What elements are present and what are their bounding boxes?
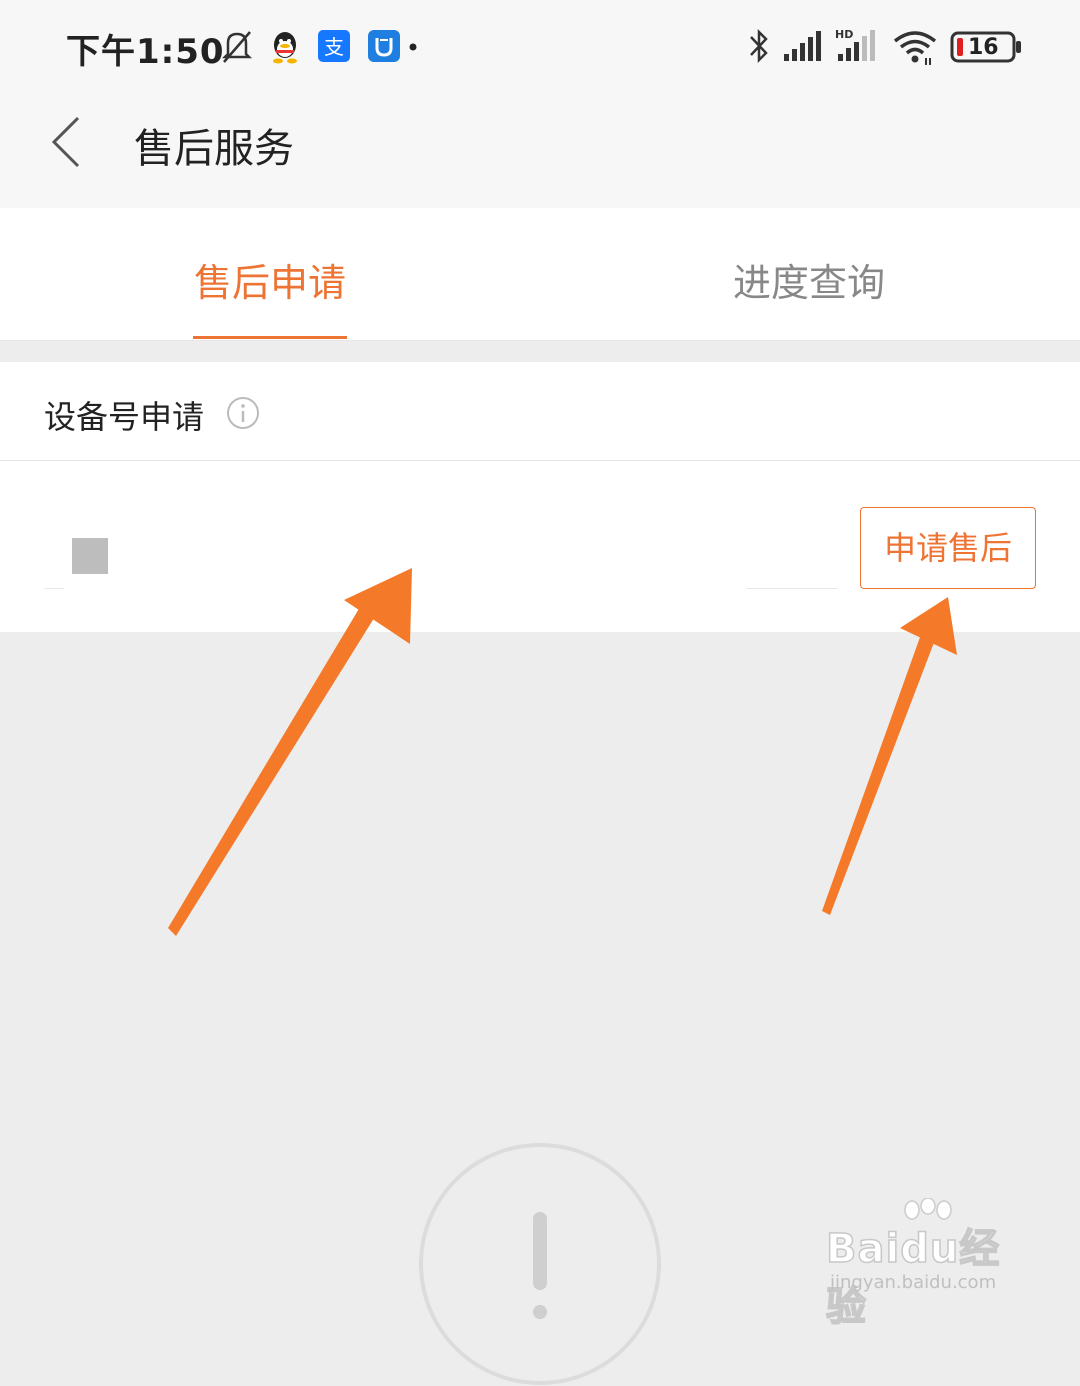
- battery-level: 16: [968, 35, 999, 60]
- baidu-watermark: Baidu经验 jingyan.baidu.com: [825, 1198, 1026, 1331]
- signal-icon: [784, 31, 821, 61]
- wifi-icon: [893, 31, 937, 65]
- dot-icon: [409, 43, 417, 51]
- device-divider-left: [44, 588, 64, 589]
- device-apply-section: 设备号申请 申请售后: [0, 362, 1080, 632]
- device-divider-right: [746, 588, 838, 589]
- nav-bar: 售后服务: [0, 96, 1080, 208]
- alipay-icon: 支: [318, 30, 350, 62]
- page-title: 售后服务: [134, 126, 294, 172]
- svg-text:HD: HD: [835, 28, 853, 41]
- section-header: 设备号申请: [0, 362, 1080, 461]
- tab-aftersales-apply[interactable]: 售后申请: [193, 252, 347, 307]
- watermark-url: jingyan.baidu.com: [830, 1272, 997, 1293]
- chevron-left-icon[interactable]: [40, 110, 100, 170]
- shield-app-icon: [368, 30, 400, 62]
- apply-aftersales-button[interactable]: 申请售后: [860, 507, 1036, 589]
- svg-text:支: 支: [324, 35, 344, 59]
- tab-active-indicator: [193, 336, 347, 339]
- device-thumbnail: [72, 538, 108, 574]
- tab-bar: 售后申请 进度查询: [0, 208, 1080, 341]
- bluetooth-icon: [750, 28, 768, 64]
- arrow-to-apply-button-icon: [822, 597, 957, 915]
- status-bar: 下午1:50 支 HD 16: [0, 0, 1080, 96]
- bell-off-icon: [221, 31, 253, 63]
- exclamation-circle-icon: [419, 1143, 661, 1385]
- status-time: 下午1:50: [66, 32, 225, 72]
- info-icon[interactable]: [226, 396, 260, 430]
- qq-icon: [273, 32, 297, 64]
- hd-signal-icon: HD: [835, 28, 875, 61]
- section-title: 设备号申请: [44, 398, 205, 436]
- tab-progress-query[interactable]: 进度查询: [732, 252, 886, 307]
